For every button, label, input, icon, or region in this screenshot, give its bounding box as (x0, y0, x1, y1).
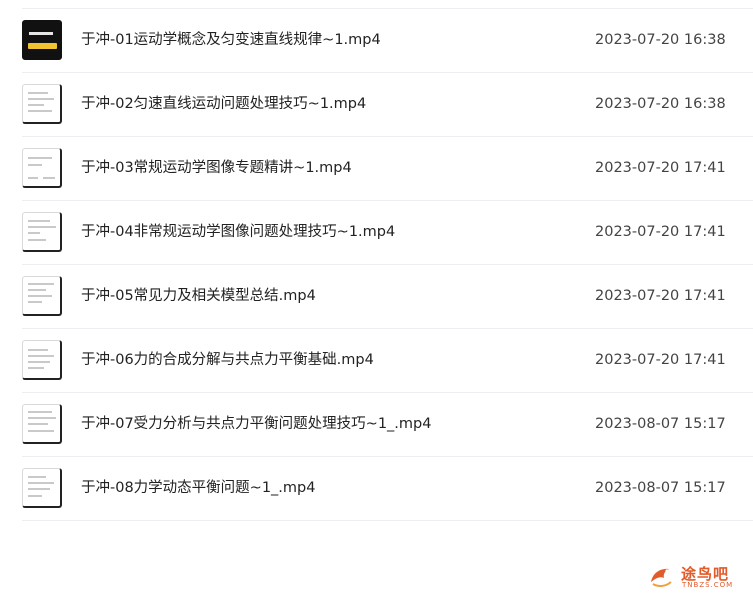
file-name[interactable]: 于冲-07受力分析与共点力平衡问题处理技巧~1_.mp4 (81, 415, 431, 433)
file-row[interactable]: 于冲-08力学动态平衡问题~1_.mp4 2023-08-07 15:17 (22, 456, 753, 521)
file-date: 2023-07-20 17:41 (595, 288, 726, 304)
file-date: 2023-07-20 17:41 (595, 160, 726, 176)
file-name[interactable]: 于冲-03常规运动学图像专题精讲~1.mp4 (81, 159, 352, 177)
file-row[interactable]: 于冲-05常见力及相关模型总结.mp4 2023-07-20 17:41 (22, 264, 753, 328)
file-name[interactable]: 于冲-08力学动态平衡问题~1_.mp4 (81, 479, 315, 497)
file-row[interactable]: 于冲-02匀速直线运动问题处理技巧~1.mp4 2023-07-20 16:38 (22, 72, 753, 136)
video-thumbnail (22, 20, 62, 60)
video-thumbnail (22, 468, 62, 508)
file-date: 2023-07-20 17:41 (595, 352, 726, 368)
file-date: 2023-07-20 17:41 (595, 224, 726, 240)
file-name[interactable]: 于冲-05常见力及相关模型总结.mp4 (81, 287, 316, 305)
video-thumbnail (22, 212, 62, 252)
file-date: 2023-07-20 16:38 (595, 96, 726, 112)
video-thumbnail (22, 148, 62, 188)
file-date: 2023-07-20 16:38 (595, 32, 726, 48)
video-thumbnail (22, 340, 62, 380)
watermark-subtext: TNBZS.COM (682, 581, 734, 589)
video-thumbnail (22, 404, 62, 444)
file-name[interactable]: 于冲-02匀速直线运动问题处理技巧~1.mp4 (81, 95, 366, 113)
file-name[interactable]: 于冲-06力的合成分解与共点力平衡基础.mp4 (81, 351, 374, 369)
file-row[interactable]: 于冲-06力的合成分解与共点力平衡基础.mp4 2023-07-20 17:41 (22, 328, 753, 392)
file-name[interactable]: 于冲-01运动学概念及匀变速直线规律~1.mp4 (81, 31, 381, 49)
file-row[interactable]: 于冲-03常规运动学图像专题精讲~1.mp4 2023-07-20 17:41 (22, 136, 753, 200)
video-thumbnail (22, 276, 62, 316)
file-row[interactable]: 于冲-04非常规运动学图像问题处理技巧~1.mp4 2023-07-20 17:… (22, 200, 753, 264)
bird-logo-icon (651, 568, 672, 588)
watermark-logo: 途鸟吧 TNBZS.COM (647, 562, 747, 592)
file-name[interactable]: 于冲-04非常规运动学图像问题处理技巧~1.mp4 (81, 223, 395, 241)
file-row[interactable]: 于冲-07受力分析与共点力平衡问题处理技巧~1_.mp4 2023-08-07 … (22, 392, 753, 456)
file-list: 于冲-01运动学概念及匀变速直线规律~1.mp4 2023-07-20 16:3… (22, 8, 753, 521)
file-date: 2023-08-07 15:17 (595, 480, 726, 496)
video-thumbnail (22, 84, 62, 124)
file-date: 2023-08-07 15:17 (595, 416, 726, 432)
file-row[interactable]: 于冲-01运动学概念及匀变速直线规律~1.mp4 2023-07-20 16:3… (22, 8, 753, 72)
